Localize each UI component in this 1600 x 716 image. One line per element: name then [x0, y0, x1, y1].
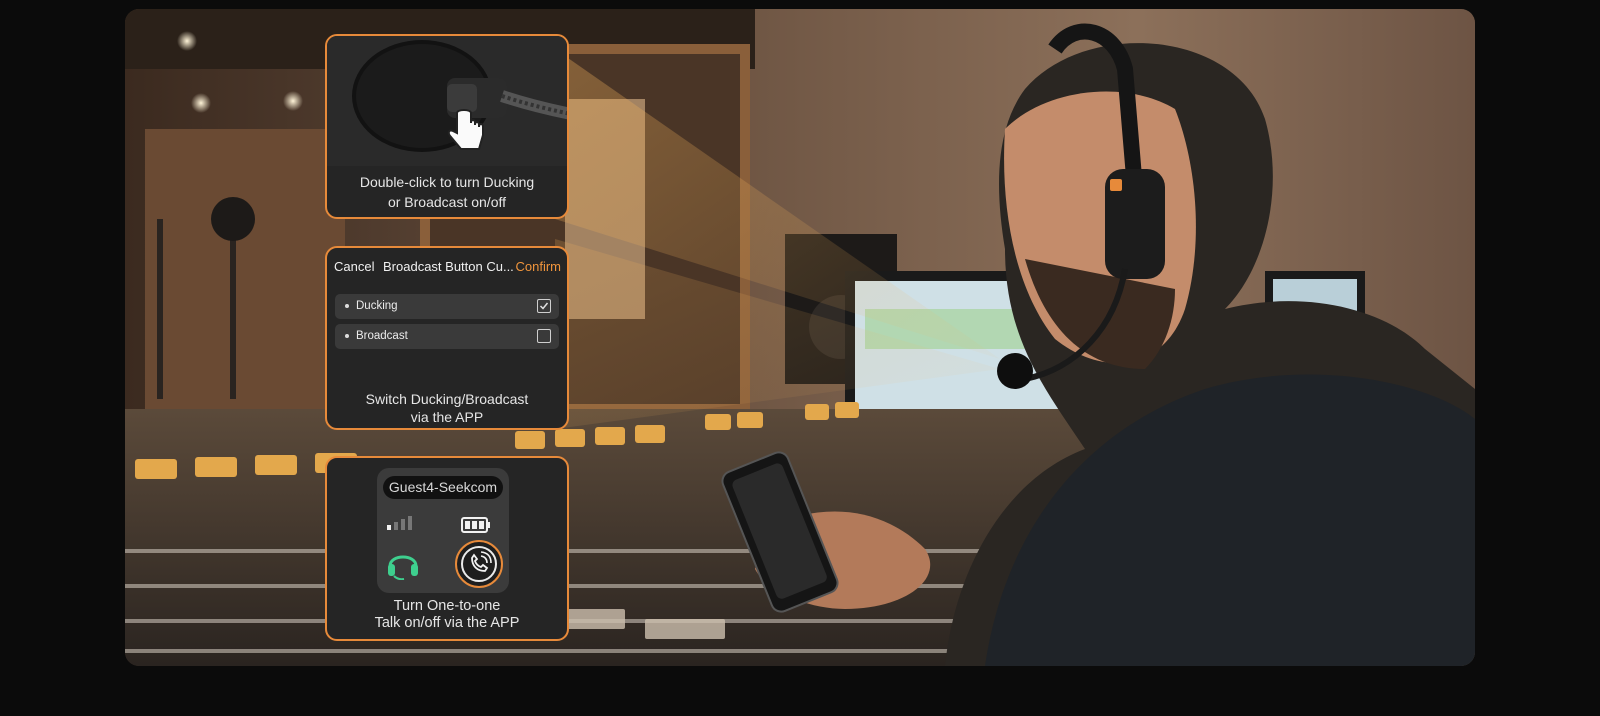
option-broadcast[interactable]: Broadcast [335, 324, 559, 349]
one-to-one-talk-button[interactable] [455, 540, 503, 588]
checkbox-checked[interactable] [537, 299, 551, 313]
phone-wave-glyph [471, 551, 492, 572]
app-caption-line2: via the APP [410, 409, 484, 425]
app-header: Cancel Broadcast Button Cu... Confirm [327, 256, 567, 280]
device-card-caption: Turn One-to-one Talk on/off via the APP [327, 598, 567, 632]
cancel-button[interactable]: Cancel [334, 259, 374, 274]
check-icon [539, 302, 549, 310]
mic-card-caption: Double-click to turn Ducking or Broadcas… [327, 172, 567, 212]
bullet-icon [345, 334, 349, 338]
app-card-caption: Switch Ducking/Broadcast via the APP [327, 390, 567, 426]
one-to-one-talk-card: Guest4-Seekcom Turn One-to-one Talk on/o… [325, 456, 569, 641]
app-title: Broadcast Button Cu... [383, 259, 514, 274]
confirm-button[interactable]: Confirm [515, 259, 561, 274]
app-caption-line1: Switch Ducking/Broadcast [365, 391, 529, 407]
checkbox-unchecked[interactable] [537, 329, 551, 343]
option-broadcast-label: Broadcast [356, 330, 408, 342]
device-caption-line1: Turn One-to-one [393, 598, 501, 614]
mic-caption-line2: or Broadcast on/off [387, 194, 507, 210]
bullet-icon [345, 304, 349, 308]
headset-icon[interactable] [386, 546, 420, 580]
device-name-label: Guest4-Seekcom [383, 476, 503, 499]
mic-caption-line1: Double-click to turn Ducking [359, 174, 535, 190]
microphone-image [327, 36, 567, 166]
ducking-broadcast-mic-card: Double-click to turn Ducking or Broadcas… [325, 34, 569, 219]
signal-icon [387, 516, 412, 530]
device-caption-line2: Talk on/off via the APP [374, 615, 520, 631]
one-to-one-talk-icon [461, 546, 497, 582]
option-ducking[interactable]: Ducking [335, 294, 559, 319]
studio-background-photo: Double-click to turn Ducking or Broadcas… [125, 9, 1475, 666]
app-broadcast-button-card: Cancel Broadcast Button Cu... Confirm Du… [325, 246, 569, 430]
option-ducking-label: Ducking [356, 300, 398, 312]
battery-icon [461, 517, 490, 533]
device-screen: Guest4-Seekcom [377, 468, 509, 593]
